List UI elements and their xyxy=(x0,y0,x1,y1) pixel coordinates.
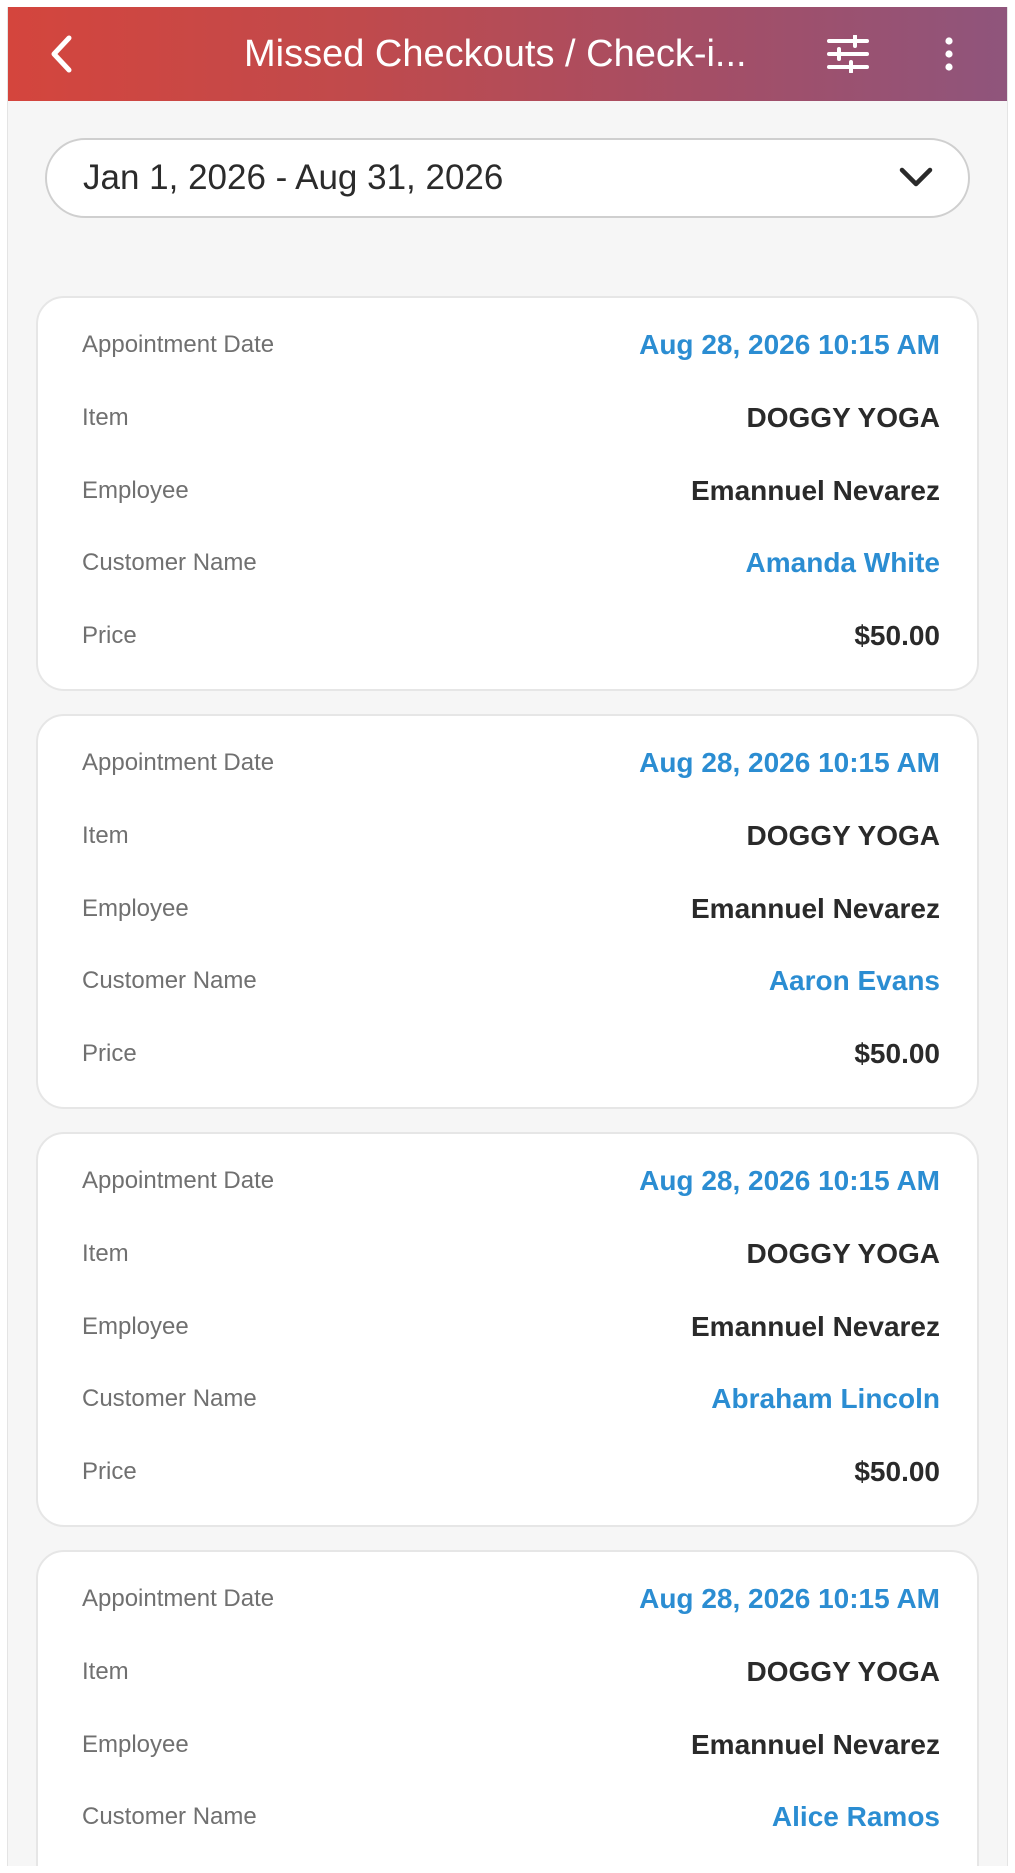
customer-name-label: Customer Name xyxy=(82,967,257,994)
page-title: Missed Checkouts / Check-i... xyxy=(244,33,747,75)
employee-row: Employee Emannuel Nevarez xyxy=(38,1307,977,1347)
item-label: Item xyxy=(82,1240,129,1267)
appointment-card[interactable]: Appointment Date Aug 28, 2026 10:15 AM I… xyxy=(36,714,979,1109)
customer-name-link[interactable]: Amanda White xyxy=(746,543,940,583)
customer-name-row: Customer Name Amanda White xyxy=(38,543,977,583)
price-label: Price xyxy=(82,1458,137,1485)
price-row: Price $50.00 xyxy=(38,1034,977,1074)
employee-row: Employee Emannuel Nevarez xyxy=(38,1725,977,1765)
more-vertical-icon xyxy=(945,37,953,71)
price-label: Price xyxy=(82,622,137,649)
employee-value: Emannuel Nevarez xyxy=(691,1311,940,1342)
appointment-date-row: Appointment Date Aug 28, 2026 10:15 AM xyxy=(38,743,977,783)
item-row: Item DOGGY YOGA xyxy=(38,1652,977,1692)
appointment-date-label: Appointment Date xyxy=(82,331,275,358)
employee-value: Emannuel Nevarez xyxy=(691,475,940,506)
employee-row: Employee Emannuel Nevarez xyxy=(38,889,977,929)
item-value: DOGGY YOGA xyxy=(746,1656,940,1687)
date-range-value: Jan 1, 2026 - Aug 31, 2026 xyxy=(83,158,504,197)
customer-name-link[interactable]: Abraham Lincoln xyxy=(711,1379,940,1419)
employee-label: Employee xyxy=(82,1731,189,1758)
customer-name-label: Customer Name xyxy=(82,1803,257,1830)
price-value: $50.00 xyxy=(854,1038,940,1069)
filter-button[interactable] xyxy=(818,29,878,79)
customer-name-row: Customer Name Aaron Evans xyxy=(38,961,977,1001)
price-row: Price $50.00 xyxy=(38,1452,977,1492)
employee-value: Emannuel Nevarez xyxy=(691,893,940,924)
item-value: DOGGY YOGA xyxy=(746,1238,940,1269)
appointment-card[interactable]: Appointment Date Aug 28, 2026 10:15 AM I… xyxy=(36,1550,979,1866)
item-label: Item xyxy=(82,404,129,431)
appointment-date-row: Appointment Date Aug 28, 2026 10:15 AM xyxy=(38,325,977,365)
customer-name-label: Customer Name xyxy=(82,549,257,576)
item-value: DOGGY YOGA xyxy=(746,820,940,851)
item-label: Item xyxy=(82,1658,129,1685)
appointment-date-value[interactable]: Aug 28, 2026 10:15 AM xyxy=(639,1161,940,1201)
item-value: DOGGY YOGA xyxy=(746,402,940,433)
price-value: $50.00 xyxy=(854,1456,940,1487)
appointment-date-label: Appointment Date xyxy=(82,1167,275,1194)
appointment-date-value[interactable]: Aug 28, 2026 10:15 AM xyxy=(639,1579,940,1619)
chevron-left-icon xyxy=(51,35,72,73)
customer-name-row: Customer Name Abraham Lincoln xyxy=(38,1379,977,1419)
item-label: Item xyxy=(82,822,129,849)
date-range-select[interactable]: Jan 1, 2026 - Aug 31, 2026 xyxy=(45,138,970,218)
appointment-date-label: Appointment Date xyxy=(82,749,275,776)
appointment-card[interactable]: Appointment Date Aug 28, 2026 10:15 AM I… xyxy=(36,1132,979,1527)
price-value: $50.00 xyxy=(854,620,940,651)
appointment-date-label: Appointment Date xyxy=(82,1585,275,1612)
customer-name-row: Customer Name Alice Ramos xyxy=(38,1797,977,1837)
price-label: Price xyxy=(82,1040,137,1067)
appointment-card[interactable]: Appointment Date Aug 28, 2026 10:15 AM I… xyxy=(36,296,979,691)
price-row: Price $50.00 xyxy=(38,616,977,656)
appointment-date-row: Appointment Date Aug 28, 2026 10:15 AM xyxy=(38,1161,977,1201)
appointment-date-row: Appointment Date Aug 28, 2026 10:15 AM xyxy=(38,1579,977,1619)
app-header: Missed Checkouts / Check-i... xyxy=(8,7,1007,101)
item-row: Item DOGGY YOGA xyxy=(38,398,977,438)
customer-name-link[interactable]: Alice Ramos xyxy=(772,1797,940,1837)
back-button[interactable] xyxy=(32,29,92,79)
sliders-icon xyxy=(827,35,869,73)
item-row: Item DOGGY YOGA xyxy=(38,816,977,856)
app-screen: Missed Checkouts / Check-i... Jan 1, 202… xyxy=(7,7,1008,1866)
appointment-date-value[interactable]: Aug 28, 2026 10:15 AM xyxy=(639,743,940,783)
employee-row: Employee Emannuel Nevarez xyxy=(38,471,977,511)
employee-label: Employee xyxy=(82,895,189,922)
appointment-date-value[interactable]: Aug 28, 2026 10:15 AM xyxy=(639,325,940,365)
chevron-down-icon xyxy=(899,167,933,187)
employee-label: Employee xyxy=(82,1313,189,1340)
more-menu-button[interactable] xyxy=(924,29,974,79)
item-row: Item DOGGY YOGA xyxy=(38,1234,977,1274)
customer-name-label: Customer Name xyxy=(82,1385,257,1412)
employee-label: Employee xyxy=(82,477,189,504)
customer-name-link[interactable]: Aaron Evans xyxy=(769,961,940,1001)
employee-value: Emannuel Nevarez xyxy=(691,1729,940,1760)
